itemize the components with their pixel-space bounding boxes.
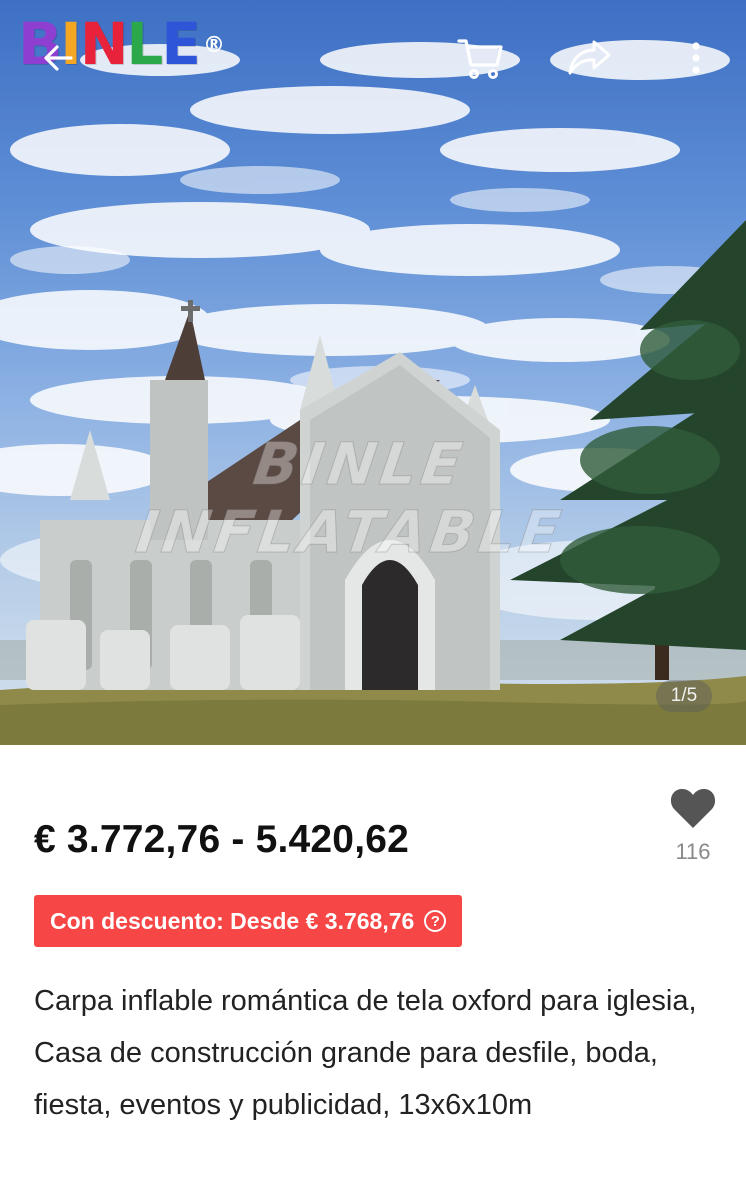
help-icon[interactable]: ? xyxy=(424,910,447,932)
image-watermark: BINLE INFLATABLE xyxy=(132,430,569,567)
more-options-button[interactable] xyxy=(666,28,726,88)
price-range: € 3.772,76 - 5.420,62 xyxy=(34,818,410,861)
wishlist-button[interactable]: 116 xyxy=(664,786,722,865)
logo-letter: L xyxy=(126,10,163,78)
back-button[interactable] xyxy=(28,28,88,88)
product-title: Carpa inflable romántica de tela oxford … xyxy=(34,985,697,1121)
more-vertical-icon xyxy=(692,42,700,74)
registered-mark: ® xyxy=(202,33,225,58)
cart-button[interactable] xyxy=(450,28,510,88)
wishlist-count: 116 xyxy=(675,839,711,864)
product-photo xyxy=(0,40,746,745)
share-icon xyxy=(568,40,611,75)
image-counter: 1/5 xyxy=(656,680,712,712)
product-image-gallery[interactable]: BINLE ® BINLE INFLATABLE 1/5 xyxy=(0,0,746,745)
share-button[interactable] xyxy=(558,28,618,88)
back-arrow-icon xyxy=(44,45,73,71)
cart-icon xyxy=(457,39,503,79)
logo-letter: E xyxy=(161,10,201,78)
heart-icon xyxy=(670,788,716,828)
discount-badge[interactable]: Con descuento: Desde € 3.768,76 ? xyxy=(34,895,463,947)
discount-label: Con descuento: Desde € 3.768,76 xyxy=(50,908,415,934)
